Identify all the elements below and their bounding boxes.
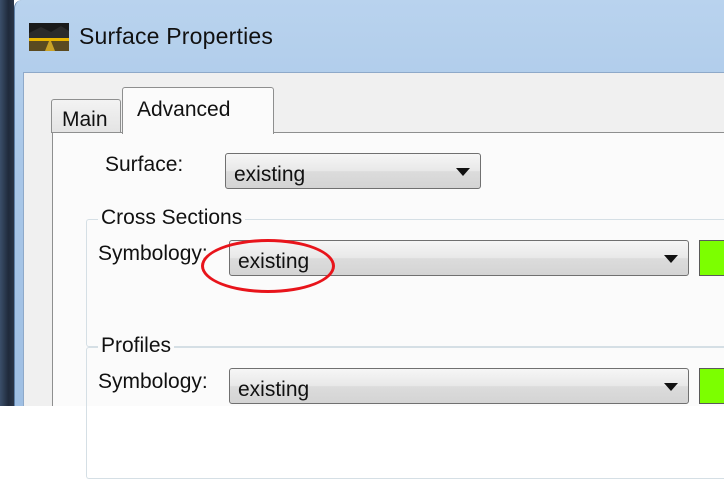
surface-landscape-icon	[29, 23, 69, 51]
profiles-symbology-value: existing	[238, 378, 310, 401]
surface-dropdown[interactable]: existing	[225, 153, 481, 189]
profiles-symbology-dropdown[interactable]: existing	[229, 368, 689, 404]
surface-label: Surface:	[105, 153, 184, 176]
profiles-color-swatch[interactable]	[699, 368, 724, 404]
cross-sections-symbology-value: existing	[238, 250, 310, 273]
tab-advanced[interactable]: Advanced	[122, 87, 274, 134]
profiles-group	[86, 347, 724, 479]
tab-main[interactable]: Main	[51, 99, 121, 133]
tab-main-label: Main	[62, 108, 108, 131]
advanced-tab-panel: Surface: existing Cross Sections Symbolo…	[52, 132, 724, 479]
cross-sections-group	[86, 219, 724, 347]
profiles-group-title: Profiles	[98, 334, 175, 358]
profiles-symbology-label: Symbology:	[98, 370, 208, 393]
chevron-down-icon[interactable]	[664, 383, 678, 391]
cross-sections-symbology-dropdown[interactable]: existing	[229, 240, 689, 276]
dialog-client-area: Main Advanced Surface: existing Cross Se…	[23, 72, 724, 479]
window-title: Surface Properties	[79, 23, 274, 49]
cross-sections-color-swatch[interactable]	[699, 240, 724, 276]
cross-sections-group-title: Cross Sections	[98, 206, 246, 230]
desktop-background	[0, 0, 14, 406]
surface-dropdown-value: existing	[234, 163, 306, 186]
chevron-down-icon[interactable]	[456, 168, 470, 176]
tab-advanced-label: Advanced	[137, 98, 231, 121]
surface-properties-window: Surface Properties Main Advanced Surface…	[14, 0, 724, 479]
title-bar[interactable]: Surface Properties	[15, 0, 724, 72]
cross-sections-symbology-label: Symbology:	[98, 242, 208, 265]
chevron-down-icon[interactable]	[664, 255, 678, 263]
